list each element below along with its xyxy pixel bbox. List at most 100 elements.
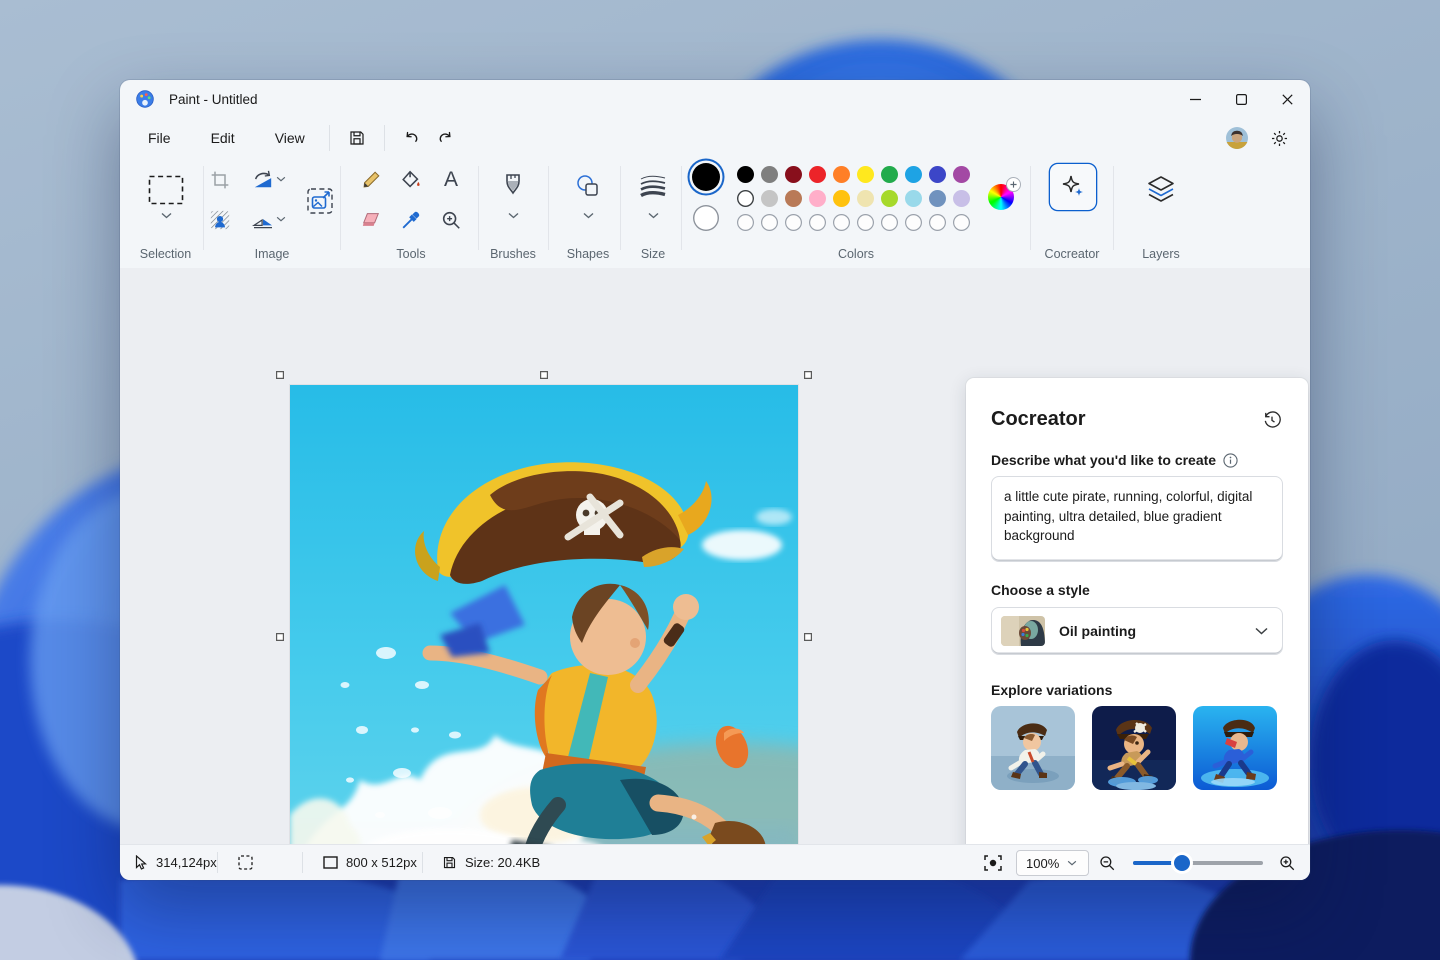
selection-tool-button[interactable] <box>145 172 187 208</box>
palette-color-swatch[interactable] <box>809 190 826 207</box>
size-dropdown[interactable] <box>646 210 660 220</box>
palette-color-swatch[interactable] <box>833 190 850 207</box>
flip-dropdown[interactable] <box>274 214 288 224</box>
redo-button[interactable] <box>429 122 463 154</box>
palette-empty-slot[interactable] <box>833 214 850 231</box>
selection-size-icon <box>238 855 253 870</box>
settings-button[interactable] <box>1262 122 1296 154</box>
canvas-image[interactable] <box>290 385 798 880</box>
pencil-tool-button[interactable] <box>357 166 385 194</box>
palette-color-swatch[interactable] <box>929 166 946 183</box>
palette-empty-slot[interactable] <box>809 214 826 231</box>
rotate-dropdown[interactable] <box>274 174 288 184</box>
foreground-color-swatch[interactable] <box>692 163 720 191</box>
palette-color-swatch[interactable] <box>761 190 778 207</box>
menu-view[interactable]: View <box>261 124 319 152</box>
palette-color-swatch[interactable] <box>785 166 802 183</box>
history-button[interactable] <box>1262 410 1282 435</box>
zoom-level-value: 100% <box>1026 856 1059 871</box>
user-avatar[interactable] <box>1226 127 1248 149</box>
info-icon[interactable] <box>1223 453 1238 468</box>
brushes-group: Brushes <box>482 158 544 268</box>
palette-color-swatch[interactable] <box>857 190 874 207</box>
menu-edit[interactable]: Edit <box>197 124 249 152</box>
palette-empty-slot[interactable] <box>737 214 754 231</box>
crop-icon <box>210 170 230 190</box>
window-title: Paint - Untitled <box>169 92 258 107</box>
palette-color-swatch[interactable] <box>809 166 826 183</box>
selection-handle-top-center[interactable] <box>540 371 548 379</box>
variation-thumbnail-3[interactable] <box>1193 706 1277 790</box>
zoom-level-dropdown[interactable]: 100% <box>1016 850 1089 876</box>
brushes-dropdown[interactable] <box>506 210 520 220</box>
palette-empty-slot[interactable] <box>881 214 898 231</box>
palette-empty-slot[interactable] <box>905 214 922 231</box>
paint-app-icon <box>135 89 155 109</box>
fit-to-screen-button[interactable] <box>983 845 1003 880</box>
flip-button[interactable] <box>249 206 277 234</box>
selection-handle-middle-left[interactable] <box>276 633 284 641</box>
palette-color-swatch[interactable] <box>785 190 802 207</box>
eraser-icon <box>360 210 382 230</box>
magnifier-tool-button[interactable] <box>437 206 465 234</box>
variation-thumbnail-2[interactable] <box>1092 706 1176 790</box>
layers-button[interactable] <box>1143 173 1179 205</box>
menu-file[interactable]: File <box>134 124 185 152</box>
zoom-slider-thumb[interactable] <box>1174 855 1190 871</box>
selection-dropdown[interactable] <box>159 210 173 220</box>
palette-color-swatch[interactable] <box>857 166 874 183</box>
palette-empty-slot[interactable] <box>761 214 778 231</box>
brushes-button[interactable] <box>499 172 527 200</box>
palette-empty-slot[interactable] <box>857 214 874 231</box>
cocreator-panel: Cocreator Describe what you'd like to cr… <box>966 378 1308 880</box>
palette-color-swatch[interactable] <box>881 190 898 207</box>
color-picker-tool-button[interactable] <box>397 206 425 234</box>
minimize-button[interactable] <box>1172 80 1218 118</box>
shapes-group-label: Shapes <box>554 247 622 261</box>
background-color-swatch[interactable] <box>693 205 719 231</box>
palette-color-swatch[interactable] <box>905 190 922 207</box>
palette-color-swatch[interactable] <box>737 190 754 207</box>
zoom-in-button[interactable] <box>1278 845 1296 880</box>
palette-color-swatch[interactable] <box>761 166 778 183</box>
eraser-tool-button[interactable] <box>357 206 385 234</box>
palette-color-swatch[interactable] <box>737 166 754 183</box>
selection-handle-middle-right[interactable] <box>804 633 812 641</box>
zoom-slider[interactable] <box>1133 861 1263 865</box>
remove-background-button[interactable] <box>206 206 234 234</box>
shapes-dropdown[interactable] <box>581 210 595 220</box>
crop-button[interactable] <box>206 166 234 194</box>
canvas-workspace[interactable]: Cocreator Describe what you'd like to cr… <box>120 268 1310 845</box>
palette-color-swatch[interactable] <box>905 166 922 183</box>
shapes-button[interactable] <box>574 172 602 200</box>
prompt-input[interactable] <box>991 476 1283 562</box>
palette-color-swatch[interactable] <box>833 166 850 183</box>
palette-empty-slot[interactable] <box>785 214 802 231</box>
chevron-down-icon <box>276 176 286 182</box>
palette-color-swatch[interactable] <box>953 190 970 207</box>
variation-thumbnail-1[interactable] <box>991 706 1075 790</box>
zoom-out-button[interactable] <box>1098 845 1116 880</box>
edit-colors-button[interactable] <box>988 184 1014 210</box>
palette-empty-slot[interactable] <box>953 214 970 231</box>
minimize-icon <box>1190 94 1201 105</box>
text-tool-button[interactable]: A <box>437 166 465 194</box>
palette-color-swatch[interactable] <box>881 166 898 183</box>
rotate-button[interactable] <box>249 166 277 194</box>
cocreator-button[interactable] <box>1050 164 1096 210</box>
palette-empty-slot[interactable] <box>929 214 946 231</box>
maximize-button[interactable] <box>1218 80 1264 118</box>
palette-color-swatch[interactable] <box>929 190 946 207</box>
zoom-in-icon <box>1278 854 1296 872</box>
palette-color-swatch[interactable] <box>953 166 970 183</box>
close-button[interactable] <box>1264 80 1310 118</box>
remove-background-icon <box>209 209 231 231</box>
selection-handle-top-left[interactable] <box>276 371 284 379</box>
size-button[interactable] <box>639 172 667 200</box>
save-button[interactable] <box>340 122 374 154</box>
selection-handle-top-right[interactable] <box>804 371 812 379</box>
undo-button[interactable] <box>395 122 429 154</box>
style-dropdown[interactable]: Oil painting <box>991 607 1283 655</box>
resize-button[interactable] <box>304 185 336 217</box>
fill-tool-button[interactable] <box>397 166 425 194</box>
